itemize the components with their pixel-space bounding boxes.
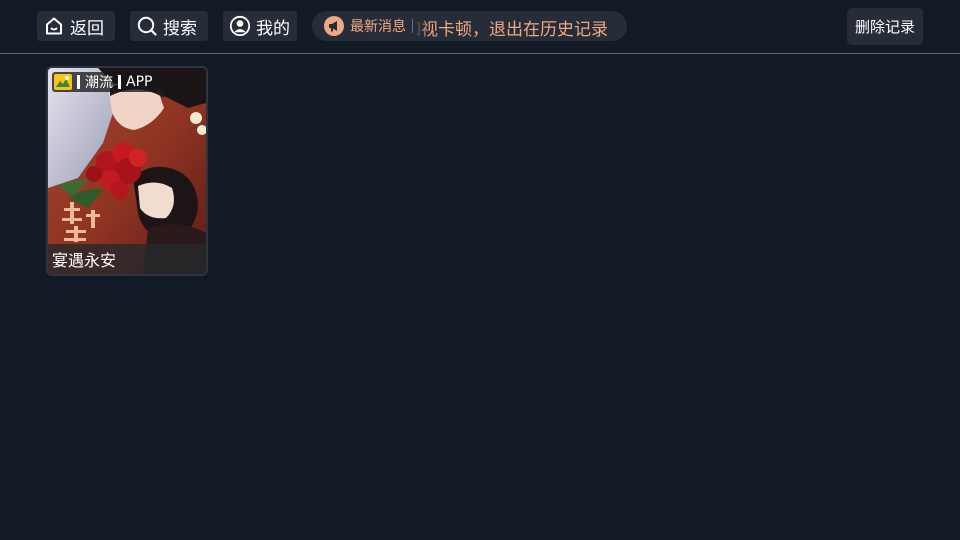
search-button[interactable]: 搜索 [130, 11, 208, 41]
badge-type-label: APP [126, 74, 153, 90]
user-icon [229, 15, 251, 37]
notice-bar[interactable]: 最新消息 如视卡顿，退出在历史记录 [312, 11, 627, 41]
home-icon [43, 15, 65, 37]
search-icon [136, 15, 158, 37]
mine-button[interactable]: 我的 [223, 11, 297, 41]
delete-history-button[interactable]: 删除记录 [847, 8, 923, 45]
back-button-label: 返回 [70, 18, 104, 39]
notice-tag: 最新消息 [350, 19, 406, 35]
history-item-card[interactable]: 潮流 APP 宴遇永安 [46, 66, 208, 276]
app-logo-icon [54, 74, 72, 90]
badge-source-label: 潮流 [85, 75, 113, 91]
notice-marquee-window: 如视卡顿，退出在历史记录 [415, 11, 627, 41]
notice-fade-left [415, 11, 429, 41]
top-bar: 返回 搜索 我的 最新消息 如视卡顿，退出在历史记录 删除记录 [0, 0, 960, 54]
card-title: 宴遇永安 [52, 251, 117, 270]
back-button[interactable]: 返回 [37, 11, 115, 41]
notice-fade-right [611, 11, 627, 41]
badge-divider [77, 75, 80, 89]
mine-button-label: 我的 [256, 18, 290, 39]
megaphone-icon [324, 16, 344, 36]
source-badge: 潮流 APP [52, 72, 159, 92]
card-title-bar: 宴遇永安 [48, 244, 206, 274]
notice-text: 如视卡顿，退出在历史记录 [415, 20, 608, 40]
badge-divider [118, 75, 121, 89]
notice-divider [412, 19, 413, 33]
search-button-label: 搜索 [163, 18, 197, 39]
